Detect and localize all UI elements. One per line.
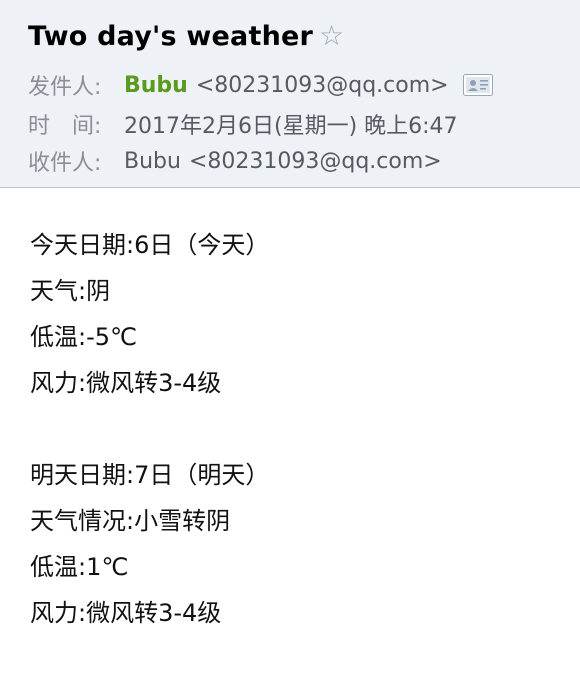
contact-card-icon[interactable]	[462, 74, 493, 96]
time-label: 时 间:	[28, 114, 102, 139]
mail-subject: Two day's weather	[28, 20, 314, 52]
subject-row: Two day's weather ☆	[28, 14, 344, 58]
from-row: 发件人: Bubu <80231093@qq.com>	[28, 69, 493, 101]
today-date-line: 今天日期:6日（今天）	[30, 231, 270, 259]
recipient-address: <80231093@qq.com>	[188, 148, 442, 174]
today-wind-line: 风力:微风转3-4级	[30, 369, 222, 397]
today-weather-line: 天气:阴	[30, 277, 111, 305]
tomorrow-low-temp-line: 低温:1℃	[30, 553, 129, 581]
mail-body: 今天日期:6日（今天） 天气:阴 低温:-5℃ 风力:微风转3-4级 明天日期:…	[30, 222, 269, 636]
today-low-temp-line: 低温:-5℃	[30, 323, 137, 351]
mail-header: Two day's weather ☆ 发件人: Bubu <80231093@…	[0, 0, 580, 188]
to-label: 收件人:	[28, 151, 102, 176]
sender-address: <80231093@qq.com>	[195, 72, 449, 98]
tomorrow-date-line: 明天日期:7日（明天）	[30, 461, 270, 489]
from-label: 发件人:	[28, 75, 102, 100]
sender-name-link[interactable]: Bubu	[124, 73, 188, 98]
tomorrow-weather-line: 天气情况:小雪转阴	[30, 507, 231, 535]
to-row: 收件人: Bubu <80231093@qq.com>	[28, 145, 442, 177]
star-icon[interactable]: ☆	[319, 22, 344, 50]
tomorrow-wind-line: 风力:微风转3-4级	[30, 599, 222, 627]
time-row: 时 间: 2017年2月6日(星期一) 晚上6:47	[28, 108, 458, 140]
recipient-name: Bubu	[124, 148, 181, 174]
time-value: 2017年2月6日(星期一) 晚上6:47	[124, 114, 458, 139]
